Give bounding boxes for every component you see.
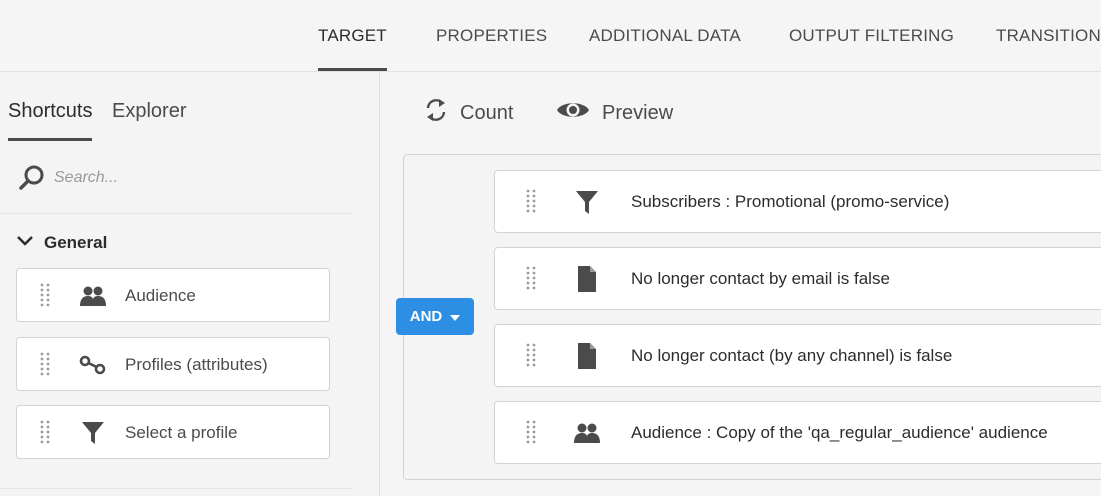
count-button[interactable]: Count [424,96,513,130]
preview-button[interactable]: Preview [556,96,673,130]
and-operator-button[interactable]: AND [396,298,474,335]
drag-handle-icon[interactable] [39,283,51,309]
shortcut-label: Audience [125,286,196,305]
search-box [0,154,352,214]
shortcut-label: Profiles (attributes) [125,355,268,374]
shortcut-audience[interactable]: Audience [16,268,330,322]
count-label: Count [460,101,514,124]
rule-item[interactable]: No longer contact (by any channel) is fa… [494,324,1101,387]
rule-label: Audience : Copy of the 'qa_regular_audie… [631,422,1048,442]
drag-handle-icon[interactable] [525,420,537,446]
tab-target[interactable]: TARGET [318,0,387,72]
drag-handle-icon[interactable] [525,266,537,292]
audience-icon [79,283,107,309]
search-input[interactable] [54,164,334,192]
rule-item[interactable]: Audience : Copy of the 'qa_regular_audie… [494,401,1101,464]
document-icon [573,264,601,294]
rule-label: No longer contact (by any channel) is fa… [631,345,953,365]
rule-label: No longer contact by email is false [631,268,890,288]
drag-handle-icon[interactable] [525,343,537,369]
chevron-down-icon [16,234,34,252]
divider [0,488,352,489]
audience-icon [573,418,601,448]
caret-down-icon [450,308,461,325]
rule-label: Subscribers : Promotional (promo-service… [631,191,950,211]
eye-icon [556,99,590,127]
rule-item[interactable]: No longer contact by email is false [494,247,1101,310]
operator-label: AND [409,308,443,325]
preview-label: Preview [602,101,674,124]
tab-output-filtering[interactable]: OUTPUT FILTERING [789,0,954,72]
shortcut-select-a-profile[interactable]: Select a profile [16,405,330,459]
top-tab-bar: TARGET PROPERTIES ADDITIONAL DATA OUTPUT… [0,0,1101,72]
search-icon[interactable] [18,164,46,192]
tab-properties[interactable]: PROPERTIES [436,0,547,72]
filter-icon [79,420,107,446]
group-label: General [44,233,108,252]
refresh-icon [424,97,448,129]
group-general[interactable]: General [16,230,107,256]
document-icon [573,341,601,371]
shortcut-profiles-attributes[interactable]: Profiles (attributes) [16,337,330,391]
link-icon [79,352,107,378]
drag-handle-icon[interactable] [39,352,51,378]
tab-explorer[interactable]: Explorer [112,100,186,123]
left-panel: Shortcuts Explorer General [0,72,380,496]
tab-shortcuts[interactable]: Shortcuts [8,100,93,141]
rule-item[interactable]: Subscribers : Promotional (promo-service… [494,170,1101,233]
drag-handle-icon[interactable] [39,420,51,446]
filter-icon [573,187,601,217]
tab-additional-data[interactable]: ADDITIONAL DATA [589,0,741,72]
shortcut-label: Select a profile [125,423,238,442]
drag-handle-icon[interactable] [525,189,537,215]
tab-transition[interactable]: TRANSITION [996,0,1101,72]
